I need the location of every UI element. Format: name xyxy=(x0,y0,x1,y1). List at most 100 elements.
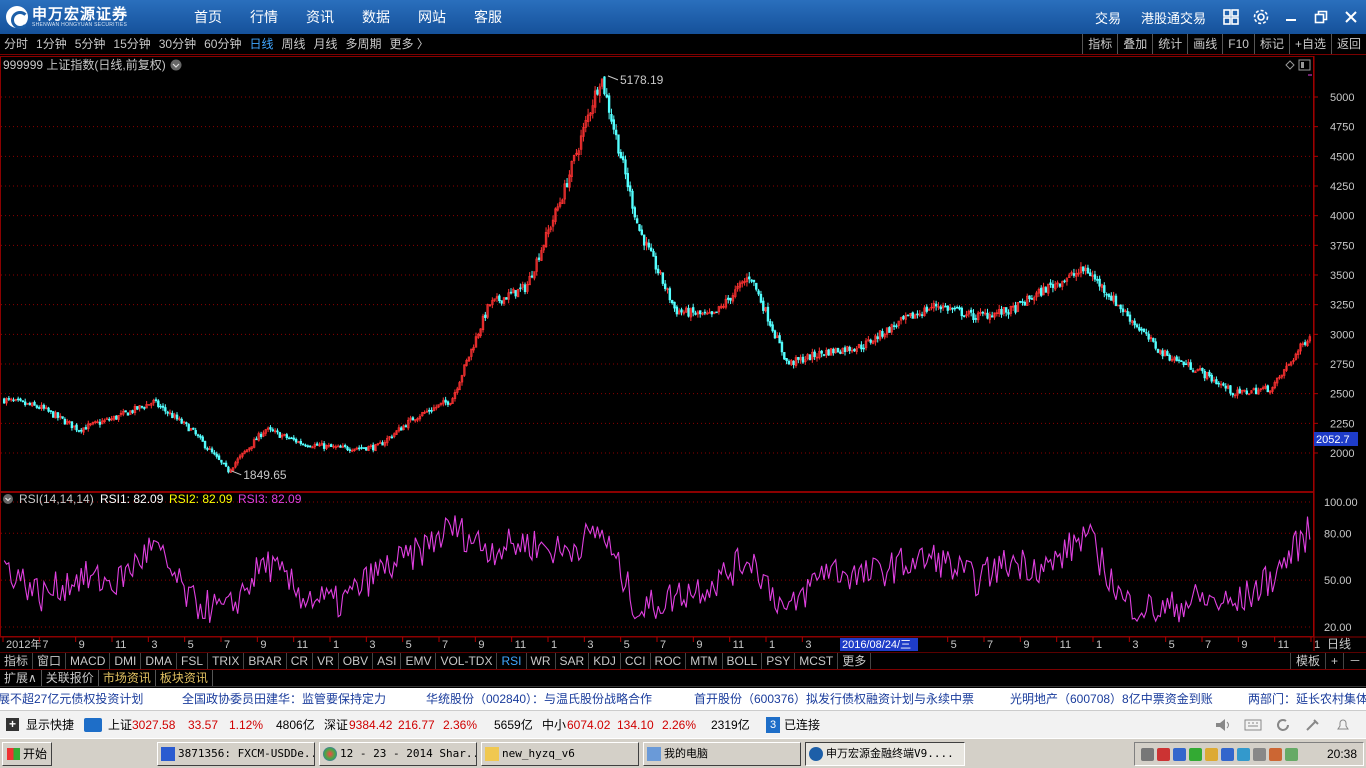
tray-security-icon[interactable] xyxy=(1189,748,1202,761)
task-swhy-terminal[interactable]: 申万宏源金融终端V9.... xyxy=(805,742,965,766)
period-weekly[interactable]: 周线 xyxy=(277,34,309,54)
ind-tab-obv[interactable]: OBV xyxy=(339,653,374,669)
tray-keyboard-icon[interactable] xyxy=(1173,748,1186,761)
start-button[interactable]: 开始 xyxy=(2,742,52,766)
ind-tab-more[interactable]: 更多 xyxy=(838,653,872,669)
nav-quotes[interactable]: 行情 xyxy=(236,0,292,34)
info-tab-sector-news[interactable]: 板块资讯 xyxy=(156,670,213,686)
ind-tab-indicator[interactable]: 指标 xyxy=(0,653,34,669)
tool-indicator[interactable]: 指标 xyxy=(1082,34,1117,54)
layout-grid-icon[interactable] xyxy=(1216,0,1246,34)
period-60min[interactable]: 60分钟 xyxy=(200,34,245,54)
ind-tab-sar[interactable]: SAR xyxy=(556,653,590,669)
keyboard-icon[interactable] xyxy=(1244,717,1262,733)
ind-tab-window[interactable]: 窗口 xyxy=(33,653,67,669)
settings-gear-icon[interactable] xyxy=(1246,0,1276,34)
ind-tab-rsi[interactable]: RSI xyxy=(497,653,527,669)
ind-tab-cr[interactable]: CR xyxy=(287,653,314,669)
ind-tab-kdj[interactable]: KDJ xyxy=(589,653,621,669)
tool-draw[interactable]: 画线 xyxy=(1187,34,1222,54)
info-tab-market-news[interactable]: 市场资讯 xyxy=(99,670,156,686)
period-multi[interactable]: 多周期 xyxy=(342,34,386,54)
period-more[interactable]: 更多 〉 xyxy=(386,34,433,54)
period-tick[interactable]: 分时 xyxy=(0,34,32,54)
ind-tab-wr[interactable]: WR xyxy=(527,653,556,669)
trade-link[interactable]: 交易 xyxy=(1085,8,1131,27)
date-tick-label: 3 xyxy=(1132,639,1138,651)
task-my-computer[interactable]: 我的电脑 xyxy=(643,742,801,766)
period-monthly[interactable]: 月线 xyxy=(310,34,342,54)
ind-tab-dmi[interactable]: DMI xyxy=(110,653,142,669)
nav-home[interactable]: 首页 xyxy=(180,0,236,34)
ind-tab-trix[interactable]: TRIX xyxy=(208,653,245,669)
tray-shield-icon[interactable] xyxy=(1237,748,1250,761)
period-15min[interactable]: 15分钟 xyxy=(109,34,154,54)
tray-printer-icon[interactable] xyxy=(1141,748,1154,761)
task-browser[interactable]: 12 - 23 - 2014 Shar... xyxy=(319,742,477,766)
ind-tab-vol-tdx[interactable]: VOL-TDX xyxy=(436,653,498,669)
minimize-icon[interactable] xyxy=(1276,0,1306,34)
ticker-item[interactable]: 两部门：延长农村集体 xyxy=(1248,688,1366,710)
ticker-item[interactable]: 华统股份（002840）：与温氏股份战略合作 xyxy=(426,688,652,710)
ticker-item[interactable]: 全国政协委员田建华：监管要保持定力 xyxy=(182,688,386,710)
show-shortcut-button[interactable]: 显示快捷 xyxy=(26,711,74,739)
expand-plus-icon[interactable]: + xyxy=(6,718,19,731)
ticker-item[interactable]: 首开股份（600376）拟发行债权融资计划与永续中票 xyxy=(694,688,974,710)
ticker-item[interactable]: 展不超27亿元债权投资计划 xyxy=(0,688,143,710)
ind-tab-vr[interactable]: VR xyxy=(313,653,339,669)
kline-chart[interactable]: 5000 4750 4500 4250 4000 3750 3500 3250 3000 2750… xyxy=(0,56,1366,651)
close-icon[interactable] xyxy=(1336,0,1366,34)
tool-back[interactable]: 返回 xyxy=(1330,34,1366,54)
nav-website[interactable]: 网站 xyxy=(404,0,460,34)
info-tab-expand[interactable]: 扩展∧ xyxy=(0,670,42,686)
info-tab-related-quotes[interactable]: 关联报价 xyxy=(42,670,99,686)
ind-tab-mcst[interactable]: MCST xyxy=(795,653,839,669)
tool-add-watchlist[interactable]: +自选 xyxy=(1288,34,1331,54)
tool-overlay[interactable]: 叠加 xyxy=(1117,34,1152,54)
bell-icon[interactable] xyxy=(1334,717,1352,733)
ind-tab-boll[interactable]: BOLL xyxy=(723,653,763,669)
hk-connect-trade-link[interactable]: 港股通交易 xyxy=(1131,8,1216,27)
period-daily[interactable]: 日线 xyxy=(245,34,277,54)
ind-tab-psy[interactable]: PSY xyxy=(762,653,796,669)
ind-tab-brar[interactable]: BRAR xyxy=(244,653,287,669)
period-1min[interactable]: 1分钟 xyxy=(32,34,71,54)
ind-tab-dma[interactable]: DMA xyxy=(141,653,178,669)
chart-area[interactable]: 5000 4750 4500 4250 4000 3750 3500 3250 3000 2750… xyxy=(0,56,1366,651)
tray-bluetooth-icon[interactable] xyxy=(1221,748,1234,761)
tray-update-icon[interactable] xyxy=(1205,748,1218,761)
ind-tab-macd[interactable]: MACD xyxy=(66,653,111,669)
nav-service[interactable]: 客服 xyxy=(460,0,516,34)
ind-tab-roc[interactable]: ROC xyxy=(651,653,687,669)
tray-volume-icon[interactable] xyxy=(1253,748,1266,761)
tray-misc-icon[interactable] xyxy=(1269,748,1282,761)
ind-tab-emv[interactable]: EMV xyxy=(401,653,437,669)
ind-tab-mtm[interactable]: MTM xyxy=(686,653,723,669)
tools-icon[interactable] xyxy=(1304,717,1322,733)
nav-news[interactable]: 资讯 xyxy=(292,0,348,34)
ind-tab-fsl[interactable]: FSL xyxy=(177,653,209,669)
market-icon[interactable] xyxy=(84,718,102,732)
period-5min[interactable]: 5分钟 xyxy=(71,34,110,54)
ind-tab-asi[interactable]: ASI xyxy=(373,653,402,669)
remove-window-button[interactable]: － xyxy=(1342,653,1366,669)
ind-tab-cci[interactable]: CCI xyxy=(621,653,651,669)
tray-network-icon[interactable] xyxy=(1157,748,1170,761)
template-button[interactable]: 模板 xyxy=(1289,653,1325,669)
period-30min[interactable]: 30分钟 xyxy=(155,34,200,54)
ticker-item[interactable]: 光明地产（600708）8亿中票资金到账 xyxy=(1010,688,1213,710)
candle-body xyxy=(530,275,534,278)
nav-data[interactable]: 数据 xyxy=(348,0,404,34)
tool-stats[interactable]: 统计 xyxy=(1152,34,1187,54)
add-window-button[interactable]: + xyxy=(1324,653,1343,669)
task-fxcm[interactable]: 3871356: FXCM-USDDe... xyxy=(157,742,315,766)
connection-status[interactable]: 已连接 xyxy=(784,711,820,739)
tool-f10[interactable]: F10 xyxy=(1222,34,1254,54)
candle-body xyxy=(63,418,67,425)
tray-app-icon[interactable] xyxy=(1285,748,1298,761)
task-folder[interactable]: new_hyzq_v6 xyxy=(481,742,639,766)
speaker-icon[interactable] xyxy=(1214,717,1232,733)
restore-icon[interactable] xyxy=(1306,0,1336,34)
refresh-icon[interactable] xyxy=(1274,717,1292,733)
tool-mark[interactable]: 标记 xyxy=(1253,34,1289,54)
